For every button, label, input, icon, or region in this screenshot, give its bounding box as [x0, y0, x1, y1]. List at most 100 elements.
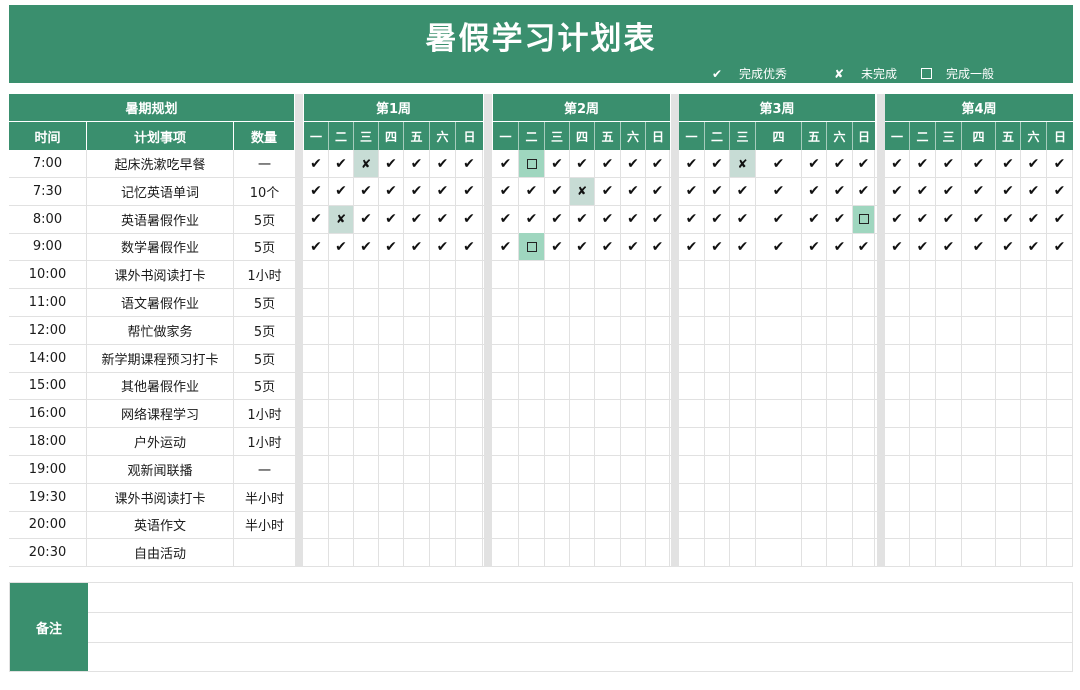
day-status-cell[interactable]: [569, 428, 594, 455]
day-status-cell[interactable]: [826, 289, 852, 316]
day-status-cell[interactable]: [961, 372, 995, 400]
day-status-cell[interactable]: ✔: [995, 205, 1020, 233]
day-status-cell[interactable]: ✔: [645, 233, 670, 261]
day-status-cell[interactable]: [518, 316, 544, 344]
day-status-cell[interactable]: [729, 261, 755, 289]
day-status-cell[interactable]: ✔: [493, 150, 518, 177]
day-status-cell[interactable]: [429, 261, 455, 289]
day-status-cell[interactable]: [909, 539, 935, 567]
day-status-cell[interactable]: [429, 316, 455, 344]
day-status-cell[interactable]: [679, 400, 704, 427]
day-status-cell[interactable]: [620, 316, 645, 344]
day-status-cell[interactable]: [455, 372, 483, 400]
day-status-cell[interactable]: [328, 511, 353, 539]
day-status-cell[interactable]: ✔: [679, 150, 704, 177]
day-status-cell[interactable]: [885, 261, 909, 288]
day-status-cell[interactable]: [704, 539, 729, 567]
day-status-cell[interactable]: [378, 428, 403, 455]
day-status-cell[interactable]: [679, 428, 704, 455]
day-status-cell[interactable]: [679, 289, 704, 316]
day-status-cell[interactable]: [679, 511, 704, 538]
day-status-cell[interactable]: ✔: [755, 177, 801, 205]
day-status-cell[interactable]: [493, 456, 518, 483]
day-status-cell[interactable]: ✔: [620, 177, 645, 205]
day-status-cell[interactable]: [518, 344, 544, 372]
day-status-cell[interactable]: [378, 539, 403, 567]
day-status-cell[interactable]: [304, 539, 328, 566]
day-status-cell[interactable]: [620, 428, 645, 455]
day-status-cell[interactable]: [755, 428, 801, 455]
day-status-cell[interactable]: [995, 372, 1020, 400]
day-status-cell[interactable]: [378, 316, 403, 344]
day-status-cell[interactable]: [403, 316, 429, 344]
day-status-cell[interactable]: ✔: [493, 178, 518, 205]
day-status-cell[interactable]: [569, 261, 594, 289]
day-status-cell[interactable]: ✔: [704, 150, 729, 177]
day-status-cell[interactable]: [729, 372, 755, 400]
day-status-cell[interactable]: [1046, 316, 1073, 344]
day-status-cell[interactable]: [328, 483, 353, 511]
day-status-cell[interactable]: [909, 344, 935, 372]
day-status-cell[interactable]: [645, 511, 670, 539]
day-status-cell[interactable]: [493, 261, 518, 288]
day-status-cell[interactable]: [755, 316, 801, 344]
day-status-cell[interactable]: ✔: [909, 177, 935, 205]
day-status-cell[interactable]: [852, 316, 875, 344]
day-status-cell[interactable]: [594, 261, 620, 289]
day-status-cell[interactable]: ✔: [679, 233, 704, 260]
day-status-cell[interactable]: [852, 455, 875, 483]
day-status-cell[interactable]: [594, 316, 620, 344]
day-status-cell[interactable]: [544, 539, 569, 567]
day-status-cell[interactable]: ✔: [801, 233, 826, 261]
day-status-cell[interactable]: ✔: [909, 150, 935, 177]
day-status-cell[interactable]: [961, 428, 995, 455]
day-status-cell[interactable]: [328, 316, 353, 344]
day-status-cell[interactable]: ✔: [620, 150, 645, 177]
day-status-cell[interactable]: [801, 372, 826, 400]
day-status-cell[interactable]: [403, 455, 429, 483]
day-status-cell[interactable]: ✔: [935, 233, 961, 261]
day-status-cell[interactable]: ✔: [995, 150, 1020, 177]
day-status-cell[interactable]: ✔: [1046, 177, 1073, 205]
day-status-cell[interactable]: ✔: [594, 233, 620, 261]
day-status-cell[interactable]: [826, 511, 852, 539]
day-status-cell[interactable]: [995, 261, 1020, 289]
day-status-cell[interactable]: ✔: [801, 150, 826, 177]
day-status-cell[interactable]: [493, 484, 518, 511]
day-status-cell[interactable]: [801, 261, 826, 289]
day-status-cell[interactable]: [328, 289, 353, 316]
day-status-cell[interactable]: ✔: [403, 205, 429, 233]
day-status-cell[interactable]: [1020, 428, 1046, 455]
day-status-cell[interactable]: [493, 539, 518, 566]
day-status-cell[interactable]: ✔: [594, 177, 620, 205]
day-status-cell[interactable]: ✔: [755, 233, 801, 261]
day-status-cell[interactable]: ✔: [1020, 177, 1046, 205]
day-status-cell[interactable]: [544, 511, 569, 539]
day-status-cell[interactable]: [493, 289, 518, 316]
day-status-cell[interactable]: [620, 372, 645, 400]
day-status-cell[interactable]: [328, 261, 353, 289]
day-status-cell[interactable]: [378, 455, 403, 483]
day-status-cell[interactable]: [961, 400, 995, 428]
day-status-cell[interactable]: ✔: [909, 205, 935, 233]
day-status-cell[interactable]: ✔: [1020, 205, 1046, 233]
day-status-cell[interactable]: [429, 289, 455, 316]
day-status-cell[interactable]: [852, 428, 875, 455]
day-status-cell[interactable]: [569, 455, 594, 483]
day-status-cell[interactable]: [995, 289, 1020, 316]
day-status-cell[interactable]: ✔: [1020, 233, 1046, 261]
day-status-cell[interactable]: [729, 344, 755, 372]
day-status-cell[interactable]: [801, 483, 826, 511]
day-status-cell[interactable]: [1020, 483, 1046, 511]
day-status-cell[interactable]: [569, 511, 594, 539]
day-status-cell[interactable]: [594, 344, 620, 372]
day-status-cell[interactable]: [1046, 428, 1073, 455]
day-status-cell[interactable]: [455, 511, 483, 539]
day-status-cell[interactable]: [403, 539, 429, 567]
day-status-cell[interactable]: [961, 511, 995, 539]
day-status-cell[interactable]: [353, 400, 378, 428]
day-status-cell[interactable]: [620, 261, 645, 289]
day-status-cell[interactable]: [704, 261, 729, 289]
day-status-cell[interactable]: [801, 539, 826, 567]
day-status-cell[interactable]: [995, 400, 1020, 428]
